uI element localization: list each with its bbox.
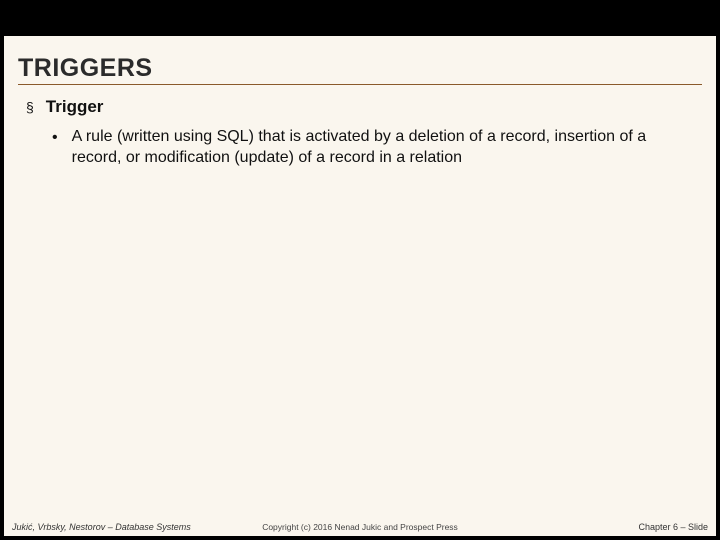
bullet-level-2: • A rule (written using SQL) that is act… [52, 126, 694, 168]
footer-center: Copyright (c) 2016 Nenad Jukic and Prosp… [262, 522, 458, 532]
footer: Jukić, Vrbsky, Nestorov – Database Syste… [4, 522, 716, 532]
title-wrap: TRIGGERS [18, 54, 702, 85]
footer-left: Jukić, Vrbsky, Nestorov – Database Syste… [12, 522, 191, 532]
bullet1-text: Trigger [46, 96, 104, 118]
slide-body: § Trigger • A rule (written using SQL) t… [26, 96, 694, 168]
slide: TRIGGERS § Trigger • A rule (written usi… [4, 36, 716, 536]
bullet1-marker-icon: § [26, 96, 34, 118]
page-title: TRIGGERS [18, 54, 702, 83]
footer-right: Chapter 6 – Slide [638, 522, 708, 532]
bullet-level-1: § Trigger [26, 96, 694, 118]
bullet2-text: A rule (written using SQL) that is activ… [72, 126, 672, 168]
bullet2-marker-icon: • [52, 126, 58, 149]
